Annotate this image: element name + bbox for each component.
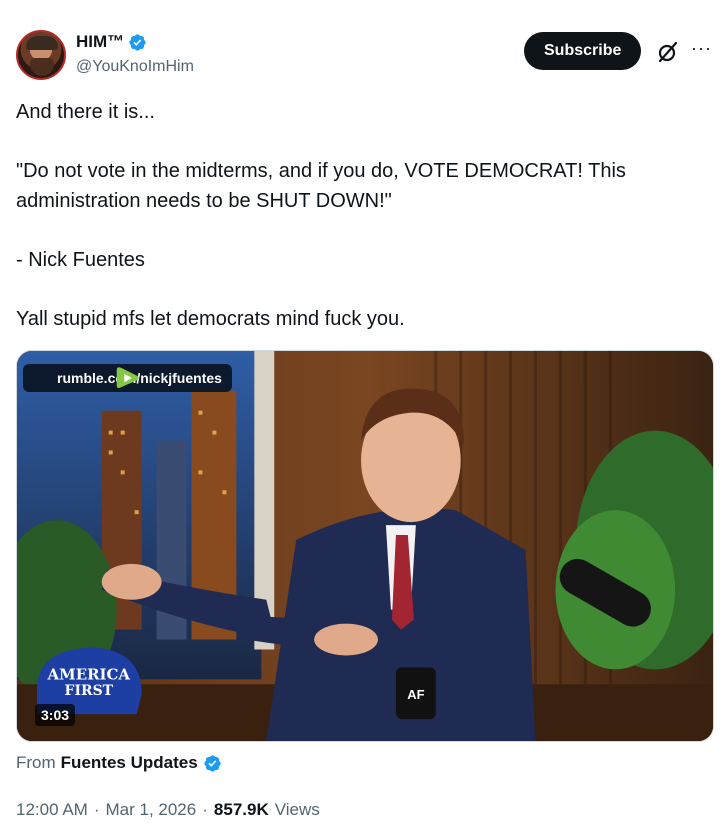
tweet-header: HIM™ @YouKnoImHim Subscribe ··· [16,30,716,82]
svg-text:FIRST: FIRST [65,683,114,699]
handle[interactable]: @YouKnoImHim [76,58,194,76]
attribution-row: From Fuentes Updates [16,753,222,773]
views-count: 857.9K [213,800,269,819]
subscribe-button[interactable]: Subscribe [524,32,642,70]
verified-badge-icon [204,754,221,772]
author-name-row[interactable]: HIM™ [76,32,147,52]
video-media[interactable]: AMERICA FIRST AF rumble.com/nickjfuentes… [16,350,714,742]
tweet-meta: 12:00 AM · Mar 1, 2026 · 857.9K Views [16,800,320,820]
more-icon[interactable]: ··· [691,38,712,59]
grok-icon[interactable] [656,40,680,64]
verified-badge-icon [129,33,146,51]
tweet-date[interactable]: Mar 1, 2026 [106,800,197,820]
rumble-play-icon [116,367,139,388]
video-duration: 3:03 [35,704,76,726]
attribution-source[interactable]: Fuentes Updates [61,753,198,773]
display-name[interactable]: HIM™ [76,32,124,52]
meta-separator: · [202,800,208,819]
svg-text:AF: AF [407,687,424,702]
tweet-time[interactable]: 12:00 AM [16,800,88,820]
cap-text: AMERICA [47,665,131,683]
source-badge[interactable]: rumble.com/nickjfuentes [23,364,232,392]
avatar[interactable] [16,30,66,80]
attribution-prefix: From [16,753,56,772]
meta-separator: · [93,800,100,819]
views-label: Views [274,800,320,819]
video-thumbnail: AMERICA FIRST AF [17,351,713,741]
tweet-text: And there it is... "Do not vote in the m… [16,101,626,330]
